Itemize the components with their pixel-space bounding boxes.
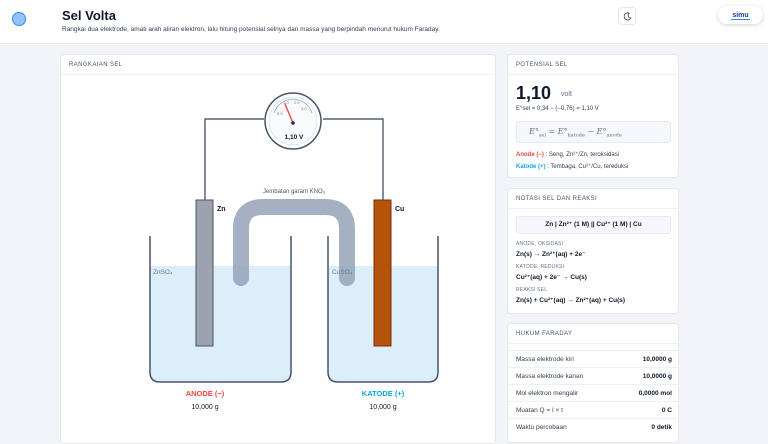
faraday-row-label: Mol elektron mengalir [516,390,579,397]
anode-reaction: Zn(s) → Zn²⁺(aq) + 2e⁻ [516,251,586,258]
cathode-reaction-label: KATODE, REDUKSI [516,264,565,270]
right-wire [323,118,384,203]
faraday-row: Muatan Q = I × t 0 C [508,401,678,419]
faraday-row: Waktu percobaan 0 detik [508,418,678,436]
scale-label-3: 3.0 [301,106,307,111]
scale-label-1: 1.0 [283,100,289,105]
page-subtitle: Rangkai dua elektrode, amati arah aliran… [62,26,440,33]
voltaic-cell-diagram: Jembatan garam KNO₃ Zn Cu ZnSO₄ CuSO₄ 0.… [149,92,439,411]
circle-logo-icon [12,12,26,26]
left-beaker [149,236,292,383]
formula-box: E°sel = E°katode − E°anode [516,121,671,143]
faraday-row-label: Waktu percobaan [516,424,567,431]
scale-label-0: 0.0 [277,111,283,116]
right-electrode-label: Cu [395,206,404,213]
anode-label: ANODE (−) [186,389,225,398]
divider [508,343,678,344]
anode-role-line: Anode (−) : Seng, Zn²⁺/Zn, teroksidasi [516,151,619,158]
voltmeter: 0.0 1.0 2.0 3.0 1,10 V [264,92,322,150]
zinc-electrode [195,199,214,347]
faraday-row: Massa elektrode kiri 10,0000 g [508,350,678,368]
theme-toggle-button[interactable] [618,7,636,25]
panel-title: HUKUM FARADAY [516,331,573,337]
divider [508,208,678,209]
faraday-row: Mol elektron mengalir 0,0000 mol [508,384,678,402]
cell-potential-panel: POTENSIAL SEL 1,10 volt E°sel = 0,34 − (… [507,54,679,178]
left-electrode-label: Zn [217,206,226,213]
anode-mass: 10,000 g [191,404,218,411]
cathode-label: KATODE (+) [362,389,405,398]
left-wire [204,118,264,203]
cathode-role: Katode (+) [516,164,546,170]
left-solution-label: ZnSO₄ [153,269,173,276]
cell-notation: Zn | Zn²⁺ (1 M) || Cu²⁺ (1 M) | Cu [516,216,671,234]
copper-electrode [373,199,392,347]
cathode-reaction: Cu²⁺(aq) + 2e⁻ → Cu(s) [516,274,587,281]
potential-formula: E°sel = E°katode − E°anode [529,127,622,139]
faraday-law-panel: HUKUM FARADAY Massa elektrode kiri 10,00… [507,323,679,443]
cathode-mass: 10,000 g [369,404,396,411]
anode-reaction-label: ANODE, OKSIDASI [516,241,564,247]
faraday-row-value: 0 C [661,407,672,414]
faraday-row-value: 0 detik [651,424,672,431]
right-solution-label: CuSO₄ [332,269,353,276]
faraday-row: Massa elektrode kanan 10,0000 g [508,367,678,385]
cathode-role-desc: : Tembaga, Cu²⁺/Cu, tereduksi [547,164,629,170]
scale-label-2: 2.0 [294,100,300,105]
panel-title: NOTASI SEL DAN REAKSI [516,196,598,202]
cell-reaction: Zn(s) + Cu²⁺(aq) → Zn²⁺(aq) + Cu(s) [516,297,626,304]
potential-value: 1,10 [516,83,552,103]
panel-title: POTENSIAL SEL [516,62,568,68]
faraday-row-label: Massa elektrode kiri [516,356,574,363]
cathode-role-line: Katode (+) : Tembaga, Cu²⁺/Cu, tereduksi [516,163,628,170]
anode-role-desc: : Seng, Zn²⁺/Zn, teroksidasi [545,152,620,158]
cell-notation-panel: NOTASI SEL DAN REAKSI Zn | Zn²⁺ (1 M) ||… [507,188,679,314]
divider [508,74,678,75]
brand-logo[interactable]: simu [718,6,763,24]
anode-role: Anode (−) [516,152,544,158]
potential-equation: E°sel = 0,34 − (−0,76) = 1,10 V [516,106,599,112]
faraday-row-label: Muatan Q = I × t [516,407,563,414]
faraday-row-value: 10,0000 g [642,373,672,380]
voltmeter-reading: 1,10 V [285,134,304,141]
potential-unit: volt [561,91,572,98]
cell-reaction-label: REAKSI SEL [516,287,548,293]
cell-circuit-panel: RANGKAIAN SEL Jembatan garam KNO₃ Zn Cu … [60,54,496,444]
salt-bridge-label: Jembatan garam KNO₃ [263,189,326,195]
faraday-row-value: 10,0000 g [642,356,672,363]
app-header: Sel Volta Rangkai dua elektrode, amati a… [0,0,768,44]
faraday-row-value: 0,0000 mol [638,390,672,397]
page-title: Sel Volta [62,8,116,23]
moon-icon [623,11,632,20]
faraday-row-label: Massa elektrode kanan [516,373,584,380]
